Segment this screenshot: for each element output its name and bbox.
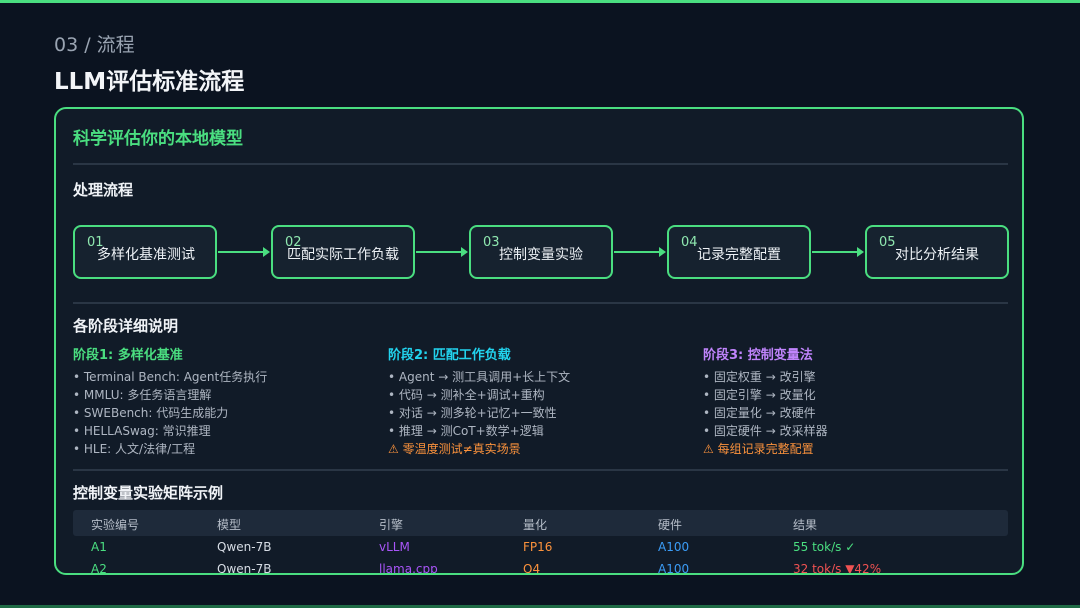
- page-title: LLM评估标准流程: [54, 69, 245, 95]
- cell-quant: Q4: [523, 562, 541, 575]
- flow-step-3: 03 控制变量实验: [469, 225, 613, 279]
- phase-title: 阶段2: 匹配工作负载: [388, 348, 511, 363]
- table-row: A1 Qwen-7B vLLM FP16 A100 55 tok/s ✓: [73, 537, 1008, 559]
- phase-item: • Agent → 测工具调用+长上下文: [388, 370, 571, 384]
- phase-item: • 固定权重 → 改引擎: [703, 370, 816, 384]
- top-accent-bar: [0, 0, 1080, 3]
- arrow-right-icon: [416, 247, 468, 257]
- warning-note: ⚠ 零温度测试≠真实场景: [388, 442, 521, 456]
- step-label: 记录完整配置: [697, 247, 781, 263]
- warning-note: ⚠ 每组记录完整配置: [703, 442, 814, 456]
- arrow-right-icon: [614, 247, 666, 257]
- evaluation-card: 科学评估你的本地模型 处理流程 01 多样化基准测试 02 匹配实际工作负载 0…: [54, 107, 1024, 575]
- arrow-right-icon: [218, 247, 270, 257]
- step-number: 04: [681, 235, 698, 250]
- phase-item: • 代码 → 测补全+调试+重构: [388, 388, 545, 402]
- phase-column-3: 阶段3: 控制变量法 • 固定权重 → 改引擎 • 固定引擎 → 改量化 • 固…: [703, 344, 1003, 458]
- step-label: 对比分析结果: [895, 247, 979, 263]
- flow-step-5: 05 对比分析结果: [865, 225, 1009, 279]
- phase-item: • SWEBench: 代码生成能力: [73, 406, 229, 420]
- details-title: 各阶段详细说明: [73, 317, 179, 335]
- phase-item: • MMLU: 多任务语言理解: [73, 388, 212, 402]
- cell-result: 32 tok/s ▼42%: [793, 562, 882, 575]
- phase-item: • 推理 → 测CoT+数学+逻辑: [388, 424, 544, 438]
- phase-item: • HELLASwag: 常识推理: [73, 424, 211, 438]
- cell-id: A2: [91, 562, 107, 575]
- column-header: 实验编号: [91, 518, 140, 532]
- matrix-title: 控制变量实验矩阵示例: [73, 484, 224, 502]
- step-label: 匹配实际工作负载: [287, 247, 399, 263]
- step-number: 03: [483, 235, 500, 250]
- cell-hardware: A100: [658, 562, 690, 575]
- phase-item: • 固定引擎 → 改量化: [703, 388, 816, 402]
- divider: [73, 469, 1008, 471]
- phase-item: • Terminal Bench: Agent任务执行: [73, 370, 268, 384]
- cell-model: Qwen-7B: [217, 540, 272, 554]
- step-number: 05: [879, 235, 896, 250]
- phase-column-1: 阶段1: 多样化基准 • Terminal Bench: Agent任务执行 •…: [73, 344, 373, 458]
- flow-step-1: 01 多样化基准测试: [73, 225, 217, 279]
- flow-step-2: 02 匹配实际工作负载: [271, 225, 415, 279]
- divider: [73, 163, 1008, 165]
- arrow-right-icon: [812, 247, 864, 257]
- step-label: 多样化基准测试: [97, 247, 195, 263]
- column-header: 引擎: [379, 518, 404, 532]
- cell-hardware: A100: [658, 540, 690, 554]
- cell-model: Qwen-7B: [217, 562, 272, 575]
- phase-item: • 固定量化 → 改硬件: [703, 406, 816, 420]
- flow-step-4: 04 记录完整配置: [667, 225, 811, 279]
- column-header: 模型: [217, 518, 242, 532]
- column-header: 量化: [523, 518, 548, 532]
- cell-quant: FP16: [523, 540, 553, 554]
- divider: [73, 302, 1008, 304]
- cell-engine: llama.cpp: [379, 562, 438, 575]
- phase-title: 阶段3: 控制变量法: [703, 348, 813, 363]
- phase-item: • 对话 → 测多轮+记忆+一致性: [388, 406, 557, 420]
- table-row: A2 Qwen-7B llama.cpp Q4 A100 32 tok/s ▼4…: [73, 559, 1008, 575]
- phase-column-2: 阶段2: 匹配工作负载 • Agent → 测工具调用+长上下文 • 代码 → …: [388, 344, 688, 458]
- phase-item: • HLE: 人文/法律/工程: [73, 442, 196, 456]
- cell-result: 55 tok/s ✓: [793, 540, 856, 554]
- section-kicker: 03 / 流程: [54, 34, 135, 56]
- phase-item: • 固定硬件 → 改采样器: [703, 424, 828, 438]
- cell-id: A1: [91, 540, 107, 554]
- column-header: 结果: [793, 518, 818, 532]
- card-title: 科学评估你的本地模型: [73, 129, 243, 149]
- step-label: 控制变量实验: [499, 247, 583, 263]
- cell-engine: vLLM: [379, 540, 410, 554]
- table-header: 实验编号 模型 引擎 量化 硬件 结果: [73, 510, 1008, 536]
- column-header: 硬件: [658, 518, 683, 532]
- flow-title: 处理流程: [73, 181, 134, 199]
- phase-title: 阶段1: 多样化基准: [73, 348, 183, 363]
